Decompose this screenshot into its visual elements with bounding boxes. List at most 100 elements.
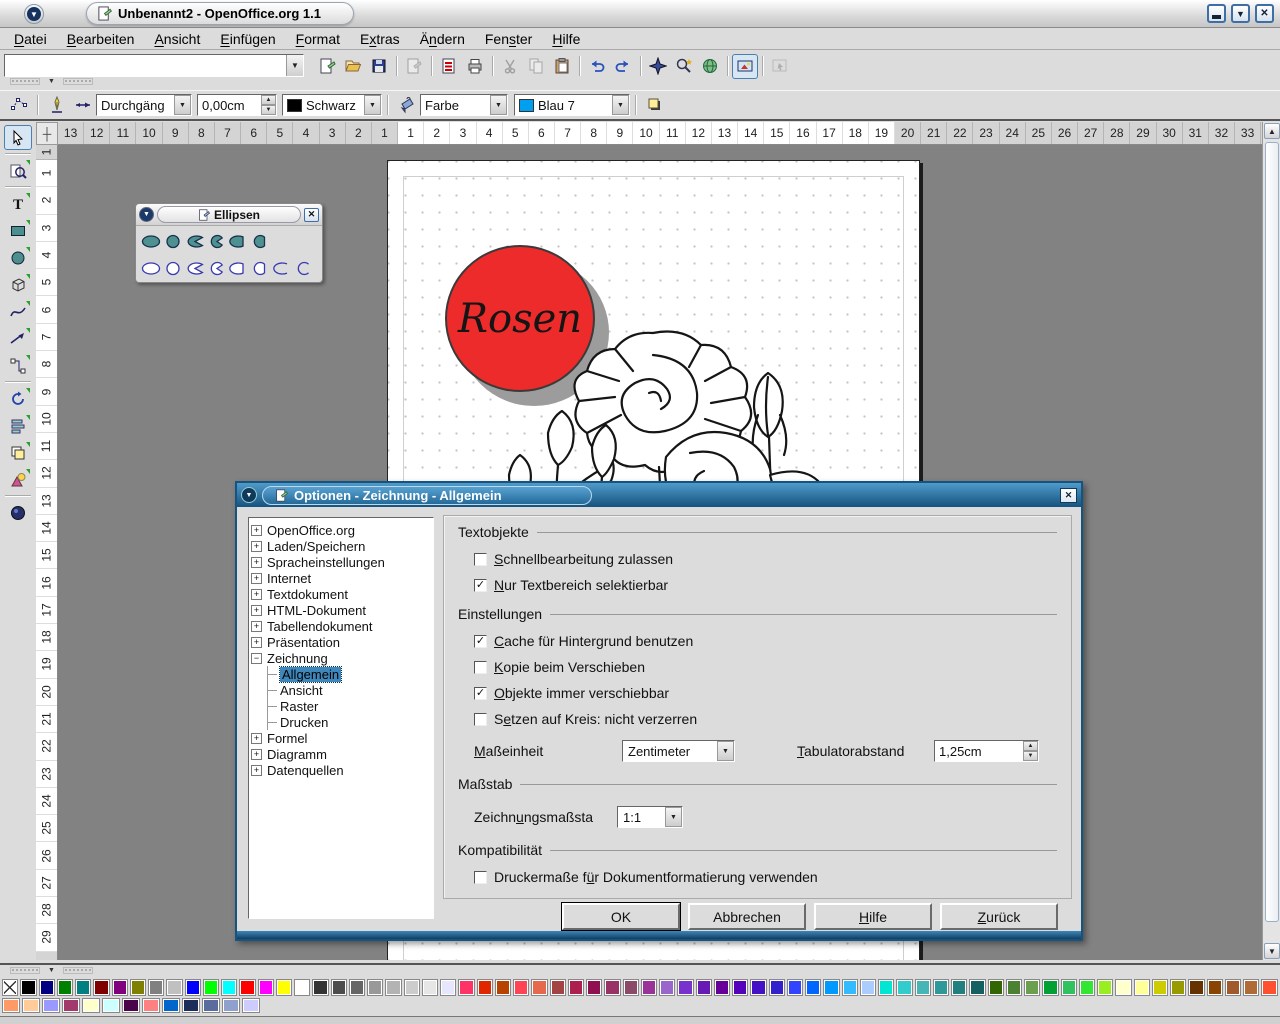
color-swatch[interactable]: [641, 979, 657, 996]
circle-pie-filled-icon[interactable]: [206, 229, 228, 253]
paste-icon[interactable]: [549, 54, 575, 79]
color-swatch[interactable]: [185, 979, 201, 996]
pie-outline-icon[interactable]: [184, 256, 206, 280]
color-swatch[interactable]: [1243, 979, 1259, 996]
color-swatch[interactable]: [1042, 979, 1058, 996]
checkbox-row[interactable]: Druckermaße für Dokumentformatierung ver…: [474, 868, 1057, 886]
ruler-origin-box[interactable]: ┼: [36, 122, 58, 145]
circle-outline-icon[interactable]: [162, 256, 184, 280]
color-swatch[interactable]: [122, 998, 140, 1013]
expand-icon[interactable]: +: [251, 749, 262, 760]
unchecked-checkbox-icon[interactable]: [474, 553, 487, 566]
color-swatch[interactable]: [1152, 979, 1168, 996]
menu-item-ansicht[interactable]: Ansicht: [144, 29, 210, 49]
maximize-button[interactable]: ▼: [1231, 4, 1250, 23]
tree-item-openofficeorg[interactable]: +OpenOffice.org: [251, 522, 431, 538]
circle-segment-filled-icon[interactable]: [250, 229, 272, 253]
toolbar-grips[interactable]: ▼: [10, 78, 93, 85]
tree-item-ansicht[interactable]: Ansicht: [268, 682, 431, 698]
ok-button[interactable]: OK: [562, 903, 680, 930]
line-arrow-icon[interactable]: [4, 326, 32, 351]
color-swatch[interactable]: [349, 979, 365, 996]
color-swatch[interactable]: [805, 979, 821, 996]
color-swatch[interactable]: [787, 979, 803, 996]
chevron-down-icon[interactable]: ▼: [364, 95, 381, 115]
expand-icon[interactable]: +: [251, 605, 262, 616]
checkbox-row[interactable]: ✓Objekte immer verschiebbar: [474, 684, 1057, 702]
color-swatch[interactable]: [22, 998, 40, 1013]
color-swatch[interactable]: [222, 998, 240, 1013]
palette-menu-button[interactable]: ▼: [139, 207, 154, 222]
edit-points-icon[interactable]: [6, 93, 32, 117]
color-swatch[interactable]: [242, 998, 260, 1013]
arc-outline-icon[interactable]: [272, 256, 294, 280]
color-swatch[interactable]: [112, 979, 128, 996]
menu-item-ndern[interactable]: Ändern: [410, 29, 475, 49]
scrollbar-thumb[interactable]: [1265, 142, 1279, 922]
expand-icon[interactable]: +: [251, 733, 262, 744]
close-button[interactable]: ✕: [1255, 4, 1274, 23]
color-swatch[interactable]: [842, 979, 858, 996]
line-style-icon[interactable]: [44, 93, 70, 117]
expand-icon[interactable]: +: [251, 589, 262, 600]
expand-icon[interactable]: +: [251, 573, 262, 584]
color-swatch[interactable]: [860, 979, 876, 996]
color-swatch[interactable]: [495, 979, 511, 996]
color-swatch[interactable]: [1079, 979, 1095, 996]
fill-color-select[interactable]: Blau 7 ▼: [514, 94, 630, 116]
gallery-icon[interactable]: [732, 54, 758, 79]
color-swatch[interactable]: [623, 979, 639, 996]
line-color-select[interactable]: Schwarz ▼: [282, 94, 382, 116]
color-swatch[interactable]: [677, 979, 693, 996]
segment-filled-icon[interactable]: [228, 229, 250, 253]
color-swatch[interactable]: [1134, 979, 1150, 996]
color-swatch[interactable]: [1225, 979, 1241, 996]
circle-filled-icon[interactable]: [162, 229, 184, 253]
expand-icon[interactable]: +: [251, 541, 262, 552]
chevron-down-icon[interactable]: ▼: [174, 95, 191, 115]
checked-checkbox-icon[interactable]: ✓: [474, 687, 487, 700]
ellipse-palette-titlebar[interactable]: ▼ Ellipsen ✕: [136, 204, 322, 226]
chevron-down-icon[interactable]: ▼: [612, 95, 629, 115]
color-swatch[interactable]: [1061, 979, 1077, 996]
color-swatch[interactable]: [915, 979, 931, 996]
url-combobox[interactable]: ▼: [4, 54, 304, 77]
spinner-buttons[interactable]: ▲▼: [1023, 741, 1038, 761]
checkbox-row[interactable]: Schnellbearbeitung zulassen: [474, 550, 1057, 568]
effects-icon[interactable]: [4, 467, 32, 492]
color-swatch[interactable]: [1207, 979, 1223, 996]
unchecked-checkbox-icon[interactable]: [474, 871, 487, 884]
tree-item-raster[interactable]: Raster: [268, 698, 431, 714]
collapse-icon[interactable]: −: [251, 653, 262, 664]
tree-item-allgemein[interactable]: Allgemein: [268, 666, 431, 682]
tree-item-spracheinstellungen[interactable]: +Spracheinstellungen: [251, 554, 431, 570]
shadow-toggle-icon[interactable]: [642, 93, 668, 117]
toolbar-grips[interactable]: ▼: [10, 967, 93, 974]
color-swatch[interactable]: [732, 979, 748, 996]
expand-icon[interactable]: +: [251, 557, 262, 568]
text-icon[interactable]: T: [4, 191, 32, 216]
chevron-down-icon[interactable]: ▼: [717, 741, 734, 761]
grip-handle[interactable]: [63, 78, 93, 85]
circle-pie-outline-icon[interactable]: [206, 256, 228, 280]
curve-icon[interactable]: [4, 299, 32, 324]
expand-icon[interactable]: +: [251, 765, 262, 776]
tree-item-prsentation[interactable]: +Präsentation: [251, 634, 431, 650]
color-swatch[interactable]: [294, 979, 310, 996]
checkbox-row[interactable]: Kopie beim Verschieben: [474, 658, 1057, 676]
menu-item-hilfe[interactable]: Hilfe: [542, 29, 590, 49]
color-swatch[interactable]: [714, 979, 730, 996]
tree-item-htmldokument[interactable]: +HTML-Dokument: [251, 602, 431, 618]
color-swatch[interactable]: [312, 979, 328, 996]
color-swatch[interactable]: [531, 979, 547, 996]
color-swatch[interactable]: [477, 979, 493, 996]
color-swatch[interactable]: [933, 979, 949, 996]
zurck-button[interactable]: Zurück: [940, 903, 1058, 930]
checked-checkbox-icon[interactable]: ✓: [474, 635, 487, 648]
color-swatch[interactable]: [239, 979, 255, 996]
connector-icon[interactable]: [4, 353, 32, 378]
expand-icon[interactable]: +: [251, 621, 262, 632]
arrow-ends-icon[interactable]: [70, 93, 96, 117]
unchecked-checkbox-icon[interactable]: [474, 661, 487, 674]
tree-item-drucken[interactable]: Drucken: [268, 714, 431, 730]
